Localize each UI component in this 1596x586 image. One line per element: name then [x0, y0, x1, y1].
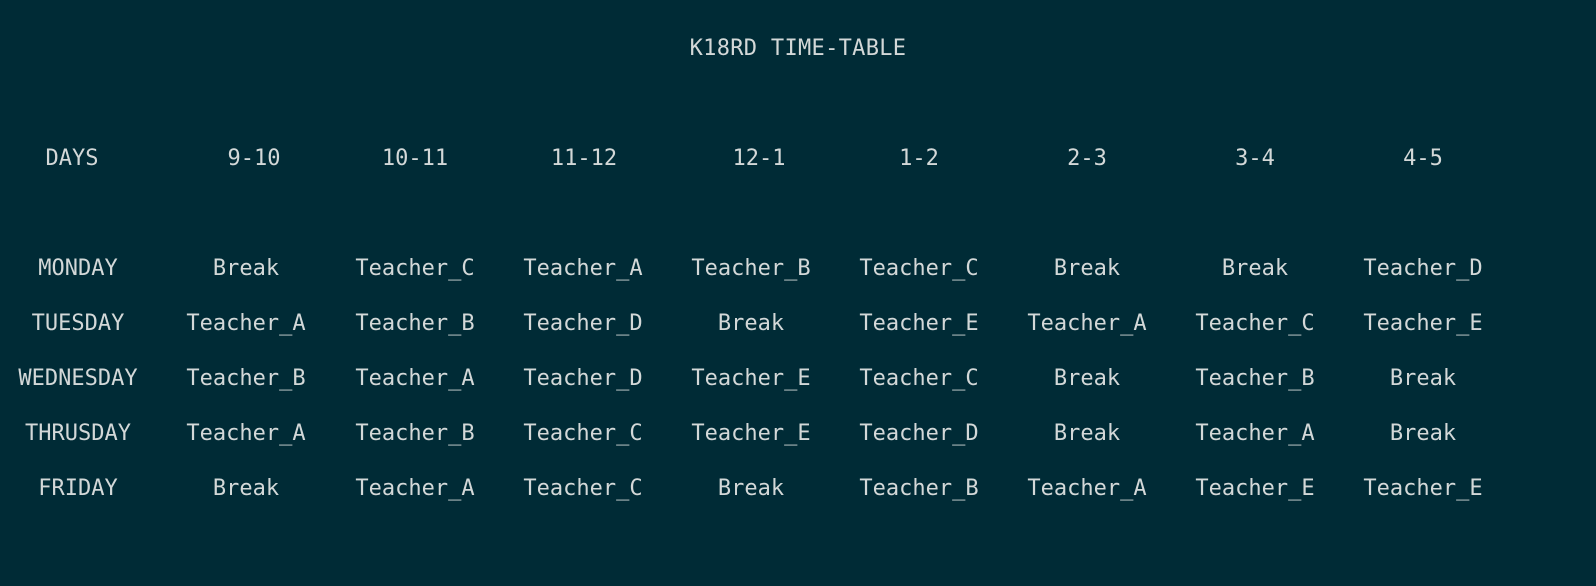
- day-label: MONDAY: [38, 256, 118, 281]
- header-cell-11-12: 11-12: [550, 146, 618, 171]
- schedule-cell: Break: [1389, 421, 1457, 446]
- schedule-cell: Break: [1053, 256, 1121, 281]
- schedule-cell: Teacher_A: [1027, 311, 1147, 336]
- schedule-cell: Break: [212, 256, 280, 281]
- timetable-row-friday: FRIDAY Break Teacher_A Teacher_C Break T…: [0, 474, 1596, 504]
- schedule-cell: Teacher_D: [523, 311, 643, 336]
- timetable-header-row: DAYS 9-10 10-11 11-12 12-1 1-2 2-3 3-4 4…: [0, 144, 1596, 174]
- schedule-cell: Teacher_A: [1195, 421, 1315, 446]
- header-cell-2-3: 2-3: [1067, 146, 1107, 171]
- header-cell-9-10: 9-10: [227, 146, 281, 171]
- timetable-title: K18RD TIME-TABLE: [689, 36, 907, 61]
- schedule-cell: Teacher_A: [523, 256, 643, 281]
- schedule-cell: Break: [717, 476, 785, 501]
- schedule-cell: Teacher_D: [1363, 256, 1483, 281]
- schedule-cell: Teacher_B: [1195, 366, 1315, 391]
- schedule-cell: Break: [1221, 256, 1289, 281]
- schedule-cell: Teacher_D: [859, 421, 979, 446]
- header-cell-4-5: 4-5: [1403, 146, 1443, 171]
- schedule-cell: Teacher_C: [355, 256, 475, 281]
- schedule-cell: Break: [717, 311, 785, 336]
- schedule-cell: Break: [1389, 366, 1457, 391]
- schedule-cell: Teacher_E: [859, 311, 979, 336]
- schedule-cell: Teacher_E: [1363, 476, 1483, 501]
- schedule-cell: Teacher_B: [355, 421, 475, 446]
- schedule-cell: Teacher_D: [523, 366, 643, 391]
- schedule-cell: Teacher_C: [523, 476, 643, 501]
- terminal-output: K18RD TIME-TABLE DAYS 9-10 10-11 11-12 1…: [0, 0, 1596, 586]
- schedule-cell: Teacher_A: [355, 366, 475, 391]
- schedule-cell: Teacher_E: [1195, 476, 1315, 501]
- schedule-cell: Teacher_E: [1363, 311, 1483, 336]
- schedule-cell: Break: [1053, 366, 1121, 391]
- schedule-cell: Teacher_C: [859, 256, 979, 281]
- schedule-cell: Teacher_E: [691, 366, 811, 391]
- schedule-cell: Teacher_A: [186, 311, 306, 336]
- timetable-row-wednesday: WEDNESDAY Teacher_B Teacher_A Teacher_D …: [0, 364, 1596, 394]
- schedule-cell: Teacher_C: [859, 366, 979, 391]
- schedule-cell: Teacher_A: [355, 476, 475, 501]
- day-label: WEDNESDAY: [18, 366, 138, 391]
- schedule-cell: Teacher_C: [1195, 311, 1315, 336]
- schedule-cell: Teacher_B: [691, 256, 811, 281]
- header-cell-3-4: 3-4: [1235, 146, 1275, 171]
- schedule-cell: Teacher_E: [691, 421, 811, 446]
- schedule-cell: Break: [1053, 421, 1121, 446]
- timetable-row-tuesday: TUESDAY Teacher_A Teacher_B Teacher_D Br…: [0, 309, 1596, 339]
- header-cell-12-1: 12-1: [732, 146, 786, 171]
- timetable-row-thursday: THRUSDAY Teacher_A Teacher_B Teacher_C T…: [0, 419, 1596, 449]
- day-label: FRIDAY: [38, 476, 118, 501]
- timetable-row-monday: MONDAY Break Teacher_C Teacher_A Teacher…: [0, 254, 1596, 284]
- schedule-cell: Teacher_B: [355, 311, 475, 336]
- schedule-cell: Teacher_B: [186, 366, 306, 391]
- schedule-cell: Teacher_A: [186, 421, 306, 446]
- schedule-cell: Teacher_B: [859, 476, 979, 501]
- day-label: THRUSDAY: [25, 421, 131, 446]
- schedule-cell: Teacher_C: [523, 421, 643, 446]
- header-cell-days: DAYS: [45, 146, 99, 171]
- schedule-cell: Break: [212, 476, 280, 501]
- schedule-cell: Teacher_A: [1027, 476, 1147, 501]
- header-cell-1-2: 1-2: [899, 146, 939, 171]
- day-label: TUESDAY: [31, 311, 125, 336]
- header-cell-10-11: 10-11: [381, 146, 449, 171]
